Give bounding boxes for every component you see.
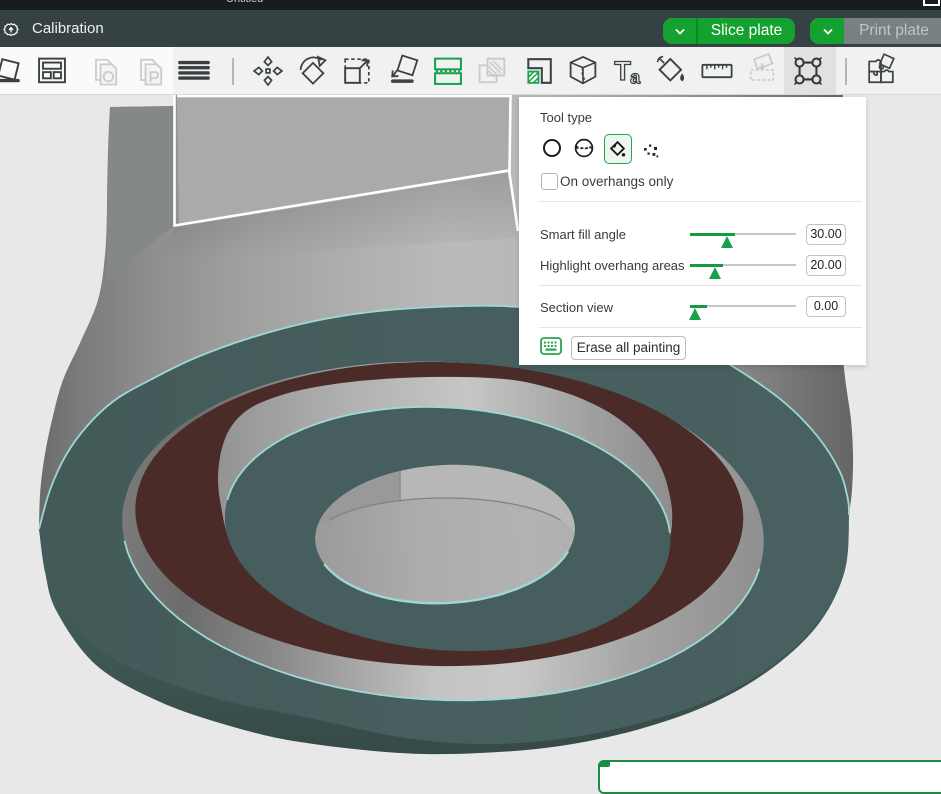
svg-text:a: a: [630, 67, 641, 87]
svg-text:T: T: [614, 56, 631, 86]
